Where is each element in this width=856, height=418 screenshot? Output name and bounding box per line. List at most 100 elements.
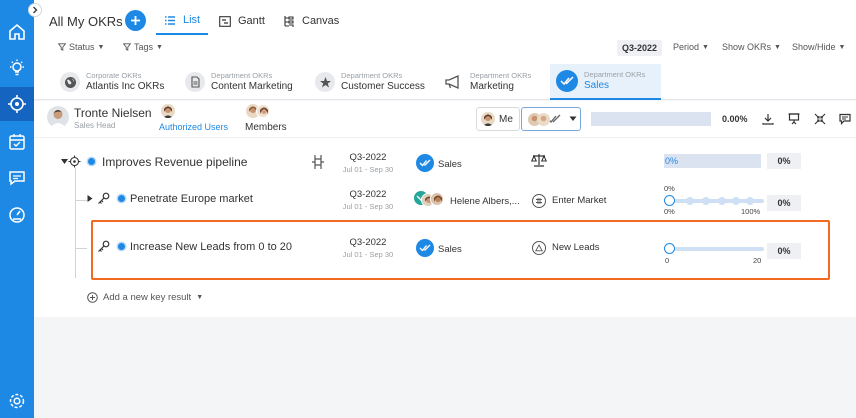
key-result-period: Q3-2022 Jul 01 - Sep 30 <box>333 189 403 211</box>
quarter-badge[interactable]: Q3-2022 <box>617 40 663 56</box>
period-quarter: Q3-2022 <box>349 189 387 200</box>
okr-list: Improves Revenue pipeline Q3-2022 Jul 01… <box>34 137 856 317</box>
chevron-right-icon <box>33 6 38 14</box>
me-avatar <box>481 112 495 126</box>
main-area: All My OKRs List Gantt Canvas Status ▼ T… <box>34 0 856 418</box>
target-icon[interactable] <box>0 87 34 121</box>
milestone-dot <box>732 197 740 205</box>
period-label: Period <box>673 42 700 52</box>
period-dropdown[interactable]: Period ▼ <box>673 42 709 52</box>
period-dates: Jul 01 - Sep 30 <box>342 165 394 174</box>
overall-progress-bar <box>591 112 711 126</box>
progress-min-label: 0% <box>664 207 675 216</box>
chat-icon[interactable] <box>5 166 29 190</box>
okr-tab-name: Content Marketing <box>211 81 293 92</box>
caret-down-icon: ▼ <box>196 294 204 301</box>
tags-filter[interactable]: Tags ▼ <box>123 42 163 52</box>
user-name: Tronte Nielsen <box>74 106 152 120</box>
okr-tab-name: Marketing <box>470 81 514 92</box>
progress-slider-knob[interactable] <box>664 195 675 206</box>
okr-tab-sub: Department OKRs <box>470 71 532 80</box>
plus-icon <box>131 16 140 25</box>
milestone-dot <box>686 197 694 205</box>
okr-tab-sales[interactable]: Department OKRs Sales <box>550 64 661 100</box>
comment-icon[interactable] <box>838 112 852 126</box>
tab-gantt[interactable]: Gantt <box>219 7 265 35</box>
period-dates: Jul 01 - Sep 30 <box>342 250 394 259</box>
alignment-icon[interactable] <box>311 154 325 170</box>
download-icon[interactable] <box>761 112 775 126</box>
gauge-icon[interactable] <box>5 203 29 227</box>
team-badge <box>416 239 434 257</box>
okr-tab-customer-success[interactable]: Department OKRs Customer Success <box>315 64 425 100</box>
team-name: Sales <box>438 244 462 255</box>
key-result-row[interactable]: Penetrate Europe market Q3-2022 Jul 01 -… <box>34 182 856 218</box>
collapse-arrows-icon[interactable] <box>813 112 827 126</box>
progress-top-label: 0% <box>664 184 675 193</box>
status-dot <box>118 195 125 202</box>
show-okrs-label: Show OKRs <box>722 42 772 52</box>
caret-down-icon <box>569 116 577 121</box>
user-bar: Tronte Nielsen Sales Head Authorized Use… <box>34 101 856 137</box>
status-dot <box>118 243 125 250</box>
caret-right-icon[interactable] <box>87 195 93 202</box>
double-check-icon <box>419 159 431 167</box>
period-quarter: Q3-2022 <box>349 152 387 163</box>
page-title: All My OKRs <box>49 14 123 29</box>
caret-down-icon: ▼ <box>97 43 105 51</box>
caret-down-icon: ▼ <box>774 43 781 51</box>
progress-max-label: 100% <box>741 207 761 216</box>
document-icon <box>185 72 205 92</box>
tab-canvas-label: Canvas <box>302 15 340 27</box>
tab-list-label: List <box>183 14 201 26</box>
add-key-result-button[interactable]: Add a new key result ▼ <box>87 292 203 303</box>
top-toolbar: All My OKRs List Gantt Canvas Status ▼ T… <box>34 0 856 100</box>
megaphone-icon <box>444 72 464 92</box>
user-avatar[interactable] <box>47 106 69 128</box>
tab-list[interactable]: List <box>156 7 209 35</box>
objective-title[interactable]: Improves Revenue pipeline <box>102 155 247 169</box>
lightbulb-icon[interactable] <box>5 56 29 80</box>
settings-gear-icon[interactable] <box>5 389 29 413</box>
dropdown-avatar <box>537 112 550 126</box>
objective-period: Q3-2022 Jul 01 - Sep 30 <box>333 152 403 174</box>
add-okr-button[interactable] <box>125 10 146 31</box>
sidebar-expand-toggle[interactable] <box>28 3 42 17</box>
objective-row[interactable]: Improves Revenue pipeline Q3-2022 Jul 01… <box>34 146 856 182</box>
status-filter[interactable]: Status ▼ <box>58 42 104 52</box>
progress-slider-knob[interactable] <box>664 243 675 254</box>
tab-gantt-label: Gantt <box>238 15 265 27</box>
me-label: Me <box>499 113 513 125</box>
show-okrs-dropdown[interactable]: Show OKRs ▼ <box>722 42 781 52</box>
tag-icon <box>532 194 546 208</box>
tab-canvas[interactable]: Canvas <box>283 7 339 35</box>
caret-down-icon: ▼ <box>702 43 709 51</box>
key-result-row[interactable]: Increase New Leads from 0 to 20 Q3-2022 … <box>34 230 856 266</box>
presentation-icon[interactable] <box>787 112 801 126</box>
key-result-title[interactable]: Penetrate Europe market <box>130 193 253 205</box>
okr-tab-name: Atlantis Inc OKRs <box>86 81 165 92</box>
okr-tab-marketing[interactable]: Department OKRs Marketing <box>444 64 531 100</box>
scale-balance-icon[interactable] <box>531 153 547 167</box>
calendar-check-icon[interactable] <box>5 130 29 154</box>
triangle-tag-icon <box>532 241 546 255</box>
authorized-users-link[interactable]: Authorized Users <box>159 122 228 132</box>
me-filter-button[interactable]: Me <box>476 107 520 131</box>
overall-progress-value: 0.00% <box>722 114 748 124</box>
okr-tab-sub: Department OKRs <box>584 70 646 79</box>
add-key-result-label: Add a new key result <box>103 292 192 303</box>
member-avatar[interactable] <box>256 104 270 118</box>
members-link[interactable]: Members <box>245 122 287 133</box>
users-dropdown[interactable] <box>521 107 581 131</box>
objective-percent: 0% <box>767 153 801 169</box>
authorized-user-avatar[interactable] <box>161 104 175 118</box>
okr-tab-content-marketing[interactable]: Department OKRs Content Marketing <box>185 64 293 100</box>
key-result-title[interactable]: Increase New Leads from 0 to 20 <box>130 241 292 253</box>
home-icon[interactable] <box>5 20 29 44</box>
caret-down-icon[interactable] <box>61 158 68 165</box>
caret-down-icon: ▼ <box>156 43 163 51</box>
show-hide-dropdown[interactable]: Show/Hide ▼ <box>792 42 845 52</box>
filter-icon <box>123 43 131 51</box>
okr-tab-atlantis[interactable]: Corporate OKRs Atlantis Inc OKRs <box>60 64 164 100</box>
okr-tab-sub: Department OKRs <box>341 71 403 80</box>
